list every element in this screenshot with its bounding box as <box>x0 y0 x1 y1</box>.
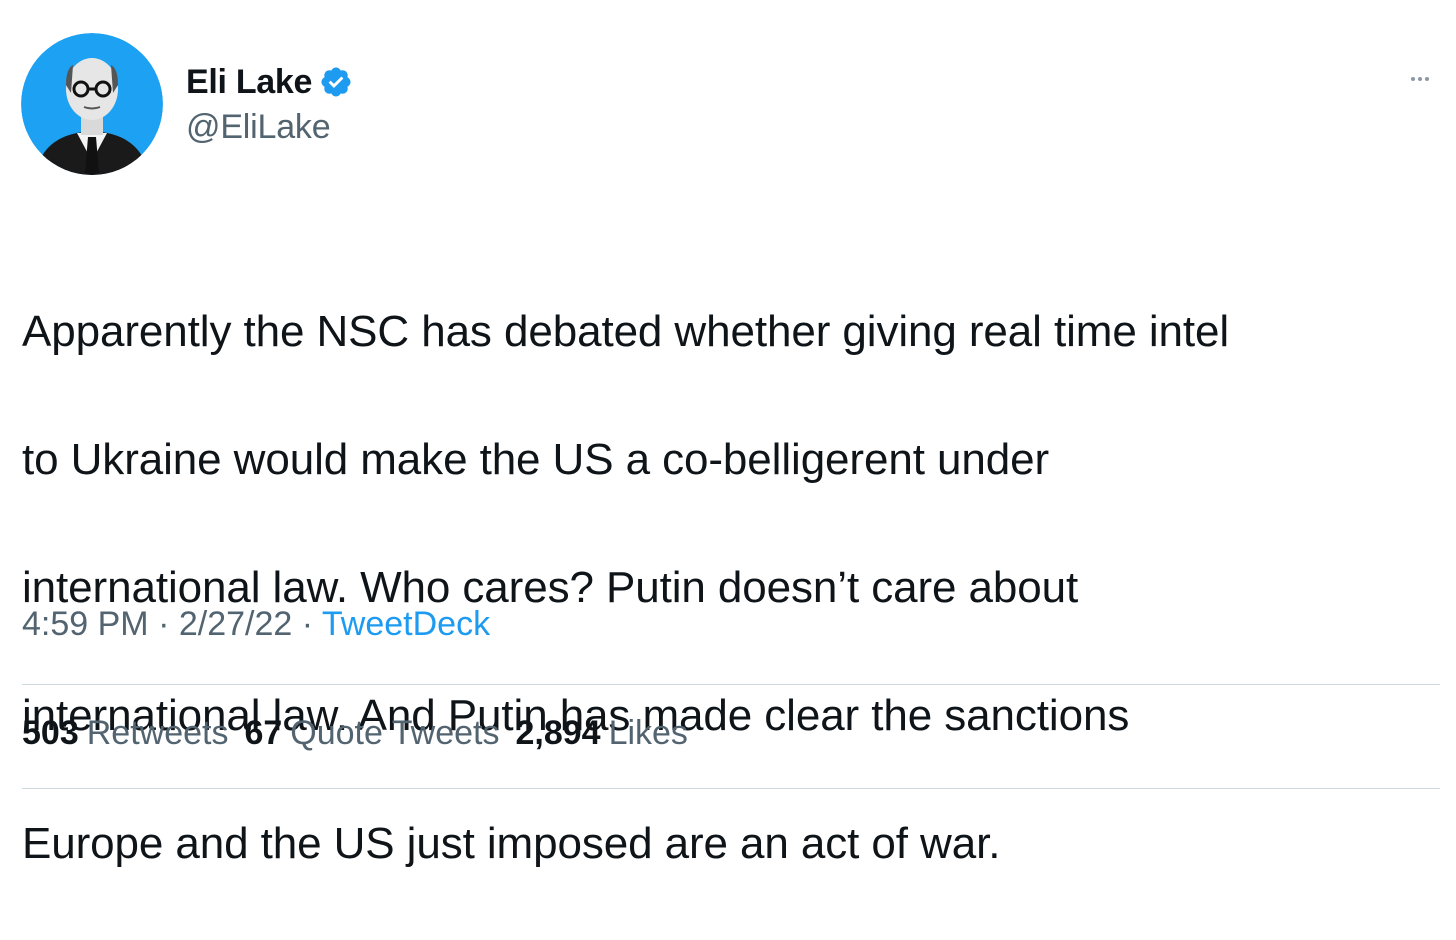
likes-stat[interactable]: 2,894 Likes <box>515 714 687 753</box>
meta-separator: · <box>292 605 322 643</box>
more-options-button[interactable] <box>1400 64 1440 94</box>
tweet-date[interactable]: 2/27/22 <box>179 605 292 643</box>
tweet-metadata: 4:59 PM · 2/27/22 · TweetDeck <box>22 605 490 644</box>
divider <box>22 684 1440 685</box>
tweet-text-line: Apparently the NSC has debated whether g… <box>22 307 1230 356</box>
tweet-time[interactable]: 4:59 PM <box>22 605 149 643</box>
tweet-text-line: Europe and the US just imposed are an ac… <box>22 819 1001 868</box>
more-options-icon-dot <box>1418 77 1422 81</box>
divider <box>22 788 1440 789</box>
more-options-icon-dot <box>1425 77 1429 81</box>
tweet-source-link[interactable]: TweetDeck <box>322 605 490 643</box>
quote-tweets-stat[interactable]: 67 Quote Tweets <box>244 714 499 753</box>
author-display-name[interactable]: Eli Lake <box>186 63 312 102</box>
verified-badge-icon <box>319 65 353 99</box>
tweet-text: Apparently the NSC has debated whether g… <box>22 236 1422 940</box>
retweets-count: 503 <box>22 714 79 752</box>
avatar-image <box>21 33 163 175</box>
retweets-stat[interactable]: 503 Retweets <box>22 714 228 753</box>
retweets-label: Retweets <box>86 714 229 752</box>
engagement-stats: 503 Retweets 67 Quote Tweets 2,894 Likes <box>22 714 688 753</box>
quote-tweets-count: 67 <box>244 714 283 752</box>
avatar[interactable] <box>21 33 163 175</box>
likes-count: 2,894 <box>515 714 601 752</box>
tweet-card: Eli Lake @EliLake Apparently the NSC has… <box>0 0 1456 868</box>
more-options-icon <box>1411 77 1415 81</box>
meta-separator: · <box>148 605 179 643</box>
tweet-text-line: to Ukraine would make the US a co-bellig… <box>22 435 1050 484</box>
author-name-row: Eli Lake <box>186 58 353 106</box>
quote-tweets-label: Quote Tweets <box>290 714 500 752</box>
likes-label: Likes <box>608 714 688 752</box>
author-handle[interactable]: @EliLake <box>186 108 331 147</box>
